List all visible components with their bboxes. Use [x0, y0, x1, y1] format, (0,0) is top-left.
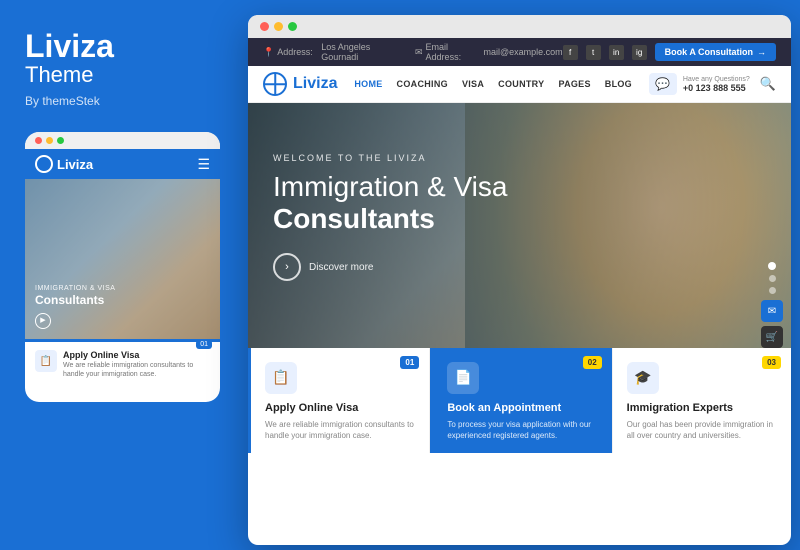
book-consultation-button[interactable]: Book A Consultation → — [655, 43, 776, 61]
card-2-desc: To process your visa application with ou… — [447, 419, 597, 441]
service-cards: 01 📋 Apply Online Visa We are reliable i… — [248, 348, 791, 453]
card-1-title: Apply Online Visa — [265, 402, 415, 414]
service-card-2: 02 📄 Book an Appointment To process your… — [430, 348, 612, 453]
mobile-card-desc: We are reliable immigration consultants … — [63, 361, 210, 379]
service-card-1: 01 📋 Apply Online Visa We are reliable i… — [248, 348, 430, 453]
brand-title: Liviza — [25, 30, 215, 62]
twitter-icon[interactable]: t — [586, 45, 601, 60]
mobile-heading: Consultants — [35, 293, 210, 309]
mobile-header: Liviza ☰ — [25, 149, 220, 179]
left-panel: Liviza Theme By themeStek Liviza ☰ Immig… — [0, 0, 240, 550]
mobile-hero-text: Immigration & Visa Consultants ▶ — [35, 284, 210, 329]
card-2-icon-wrap: 📄 — [447, 362, 479, 394]
desktop-dot-green — [288, 22, 297, 31]
service-card-3: 03 🎓 Immigration Experts Our goal has be… — [613, 348, 791, 453]
card-3-desc: Our goal has been provide immigration in… — [627, 419, 777, 441]
nav-bar: Liviza HOME COACHING VISA COUNTRY PAGES … — [248, 66, 791, 103]
phone-number: +0 123 888 555 — [683, 83, 750, 93]
address-label: Address: — [277, 47, 313, 57]
email-value: mail@example.com — [484, 47, 563, 57]
card-2-icon: 📄 — [455, 369, 472, 386]
float-icon-cart[interactable]: 🛒 — [761, 326, 783, 348]
nav-item-pages[interactable]: PAGES — [558, 79, 590, 89]
hero-section: WELCOME TO THE LIVIZA Immigration & Visa… — [248, 103, 791, 453]
hamburger-icon[interactable]: ☰ — [197, 156, 210, 173]
hero-nav-dots — [768, 262, 776, 294]
nav-item-home[interactable]: HOME — [354, 79, 382, 89]
desktop-dot-yellow — [274, 22, 283, 31]
card-1-desc: We are reliable immigration consultants … — [265, 419, 415, 441]
hero-content: WELCOME TO THE LIVIZA Immigration & Visa… — [248, 103, 791, 301]
address-value: Los Angeles Gournadi — [321, 42, 400, 62]
mobile-card-icon: 📋 — [35, 350, 57, 372]
top-bar-left: 📍 Address: Los Angeles Gournadi ✉ Email … — [263, 42, 563, 62]
top-bar-right: f t in ig Book A Consultation → — [563, 43, 776, 61]
nav-item-visa[interactable]: VISA — [462, 79, 484, 89]
hero-cta-text: Discover more — [309, 262, 373, 273]
hero-play-button[interactable]: › — [273, 253, 301, 281]
search-icon[interactable]: 🔍 — [760, 76, 776, 92]
top-bar: 📍 Address: Los Angeles Gournadi ✉ Email … — [248, 38, 791, 66]
nav-menu: HOME COACHING VISA COUNTRY PAGES BLOG — [354, 79, 632, 89]
mobile-tagline: Immigration & Visa — [35, 284, 210, 293]
nav-contact-text: Have any Questions? +0 123 888 555 — [683, 76, 750, 93]
floating-icons: ✉ 🛒 — [761, 300, 783, 348]
mobile-card-num: 01 — [196, 340, 212, 349]
brand-subtitle: Theme — [25, 62, 215, 88]
card-1-icon: 📋 — [272, 369, 289, 386]
address-item: 📍 Address: Los Angeles Gournadi — [263, 42, 400, 62]
mobile-play-button[interactable]: ▶ — [35, 313, 51, 329]
mobile-logo: Liviza — [35, 155, 93, 173]
nav-item-blog[interactable]: BLOG — [605, 79, 632, 89]
mobile-mockup: Liviza ☰ Immigration & Visa Consultants … — [25, 132, 220, 402]
card-1-num: 01 — [400, 356, 419, 369]
hero-cta: › Discover more — [273, 253, 766, 281]
chat-icon: 💬 — [649, 73, 677, 95]
mobile-card-title: Apply Online Visa — [63, 350, 210, 360]
nav-item-coaching[interactable]: COACHING — [397, 79, 448, 89]
hero-title-line2: Consultants — [273, 203, 766, 235]
mobile-card: 01 📋 Apply Online Visa We are reliable i… — [25, 339, 220, 387]
desktop-mockup: 📍 Address: Los Angeles Gournadi ✉ Email … — [248, 15, 791, 545]
card-1-icon-wrap: 📋 — [265, 362, 297, 394]
mobile-dot-green — [57, 137, 64, 144]
hero-title: Immigration & Visa Consultants — [273, 171, 766, 235]
brand-credit: By themeStek — [25, 94, 215, 108]
email-item: ✉ Email Address: mail@example.com — [415, 42, 563, 62]
card-3-icon-wrap: 🎓 — [627, 362, 659, 394]
card-3-icon: 🎓 — [634, 369, 651, 386]
nav-globe-icon — [263, 72, 287, 96]
card-3-title: Immigration Experts — [627, 402, 777, 414]
instagram-icon[interactable]: ig — [632, 45, 647, 60]
email-label: Email Address: — [426, 42, 475, 62]
nav-logo: Liviza — [263, 72, 337, 96]
desktop-dots — [248, 15, 791, 38]
mobile-dots — [25, 132, 220, 149]
desktop-dot-red — [260, 22, 269, 31]
hero-tagline: WELCOME TO THE LIVIZA — [273, 153, 766, 163]
mobile-dot-red — [35, 137, 42, 144]
location-icon: 📍 — [263, 47, 274, 58]
globe-icon — [35, 155, 53, 173]
mobile-dot-yellow — [46, 137, 53, 144]
arrow-icon: → — [757, 47, 766, 57]
card-2-title: Book an Appointment — [447, 402, 597, 414]
hero-title-line1: Immigration & Visa — [273, 171, 507, 202]
nav-right: 💬 Have any Questions? +0 123 888 555 🔍 — [649, 73, 776, 95]
nav-contact: 💬 Have any Questions? +0 123 888 555 — [649, 73, 750, 95]
email-icon: ✉ — [415, 47, 423, 58]
linkedin-icon[interactable]: in — [609, 45, 624, 60]
float-icon-1[interactable]: ✉ — [761, 300, 783, 322]
mobile-card-content: Apply Online Visa We are reliable immigr… — [63, 350, 210, 379]
nav-item-country[interactable]: COUNTRY — [498, 79, 544, 89]
facebook-icon[interactable]: f — [563, 45, 578, 60]
mobile-hero: Immigration & Visa Consultants ▶ — [25, 179, 220, 339]
hero-dot-3[interactable] — [769, 287, 776, 294]
hero-dot-1[interactable] — [768, 262, 776, 270]
card-3-num: 03 — [762, 356, 781, 369]
hero-dot-2[interactable] — [769, 275, 776, 282]
contact-label: Have any Questions? — [683, 76, 750, 83]
card-2-num: 02 — [583, 356, 602, 369]
